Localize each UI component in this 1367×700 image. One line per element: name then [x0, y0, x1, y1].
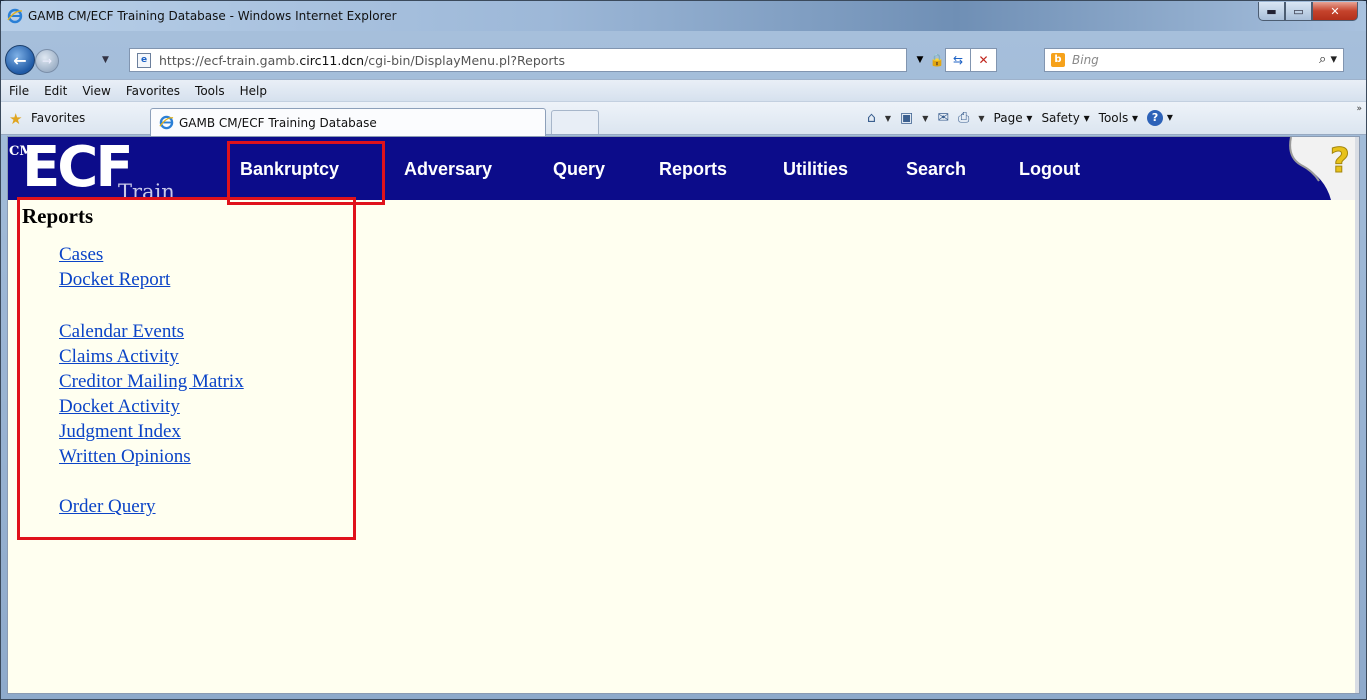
back-arrow-icon[interactable]: ←: [5, 45, 35, 75]
menu-bar: File Edit View Favorites Tools Help: [1, 79, 1366, 101]
nav-query[interactable]: Query: [553, 159, 605, 180]
window-controls: ▬ ▭ ✕: [1258, 2, 1358, 21]
address-row: ← → ▼ e https://ecf-train.gamb.circ11.dc…: [1, 31, 1366, 79]
safety-menu[interactable]: Safety ▾: [1041, 111, 1089, 125]
cmecf-header: CM ECF Train Bankruptcy Adversary Query …: [8, 136, 1359, 203]
home-icon[interactable]: ⌂: [867, 110, 876, 126]
bing-icon: b: [1051, 53, 1065, 67]
nav-reports[interactable]: Reports: [659, 159, 727, 180]
highlight-box-bankruptcy: [227, 141, 385, 205]
favorites-button[interactable]: Favorites: [31, 111, 85, 125]
refresh-icon[interactable]: ⇆: [945, 48, 971, 72]
logo-ecf-text: ECF: [22, 136, 134, 200]
new-tab-button[interactable]: [551, 110, 599, 134]
window-title: GAMB CM/ECF Training Database - Windows …: [28, 9, 397, 23]
recent-pages-dropdown-icon[interactable]: ▼: [102, 55, 109, 65]
minimize-button[interactable]: ▬: [1258, 2, 1285, 21]
search-box[interactable]: b Bing ⌕ ▾: [1044, 48, 1344, 72]
address-bar[interactable]: e https://ecf-train.gamb.circ11.dcn/cgi-…: [129, 48, 907, 72]
read-mail-icon[interactable]: ✉: [937, 110, 949, 126]
search-icon[interactable]: ⌕ ▾: [1319, 52, 1337, 67]
command-bar: ⌂ ▼ ▣ ▼ ✉ ⎙ ▼ Page ▾ Safety ▾ Tools ▾ ? ▾: [867, 110, 1173, 126]
menu-view[interactable]: View: [82, 81, 110, 98]
browser-tab[interactable]: GAMB CM/ECF Training Database: [150, 108, 546, 136]
feeds-dropdown-icon[interactable]: ▼: [922, 114, 928, 123]
favorites-bar: ★ Favorites GAMB CM/ECF Training Databas…: [1, 101, 1366, 136]
search-placeholder: Bing: [1072, 53, 1099, 67]
ie-tab-icon: [159, 115, 174, 130]
print-icon[interactable]: ⎙: [958, 110, 969, 126]
nav-search[interactable]: Search: [906, 159, 966, 180]
highlight-box-reports-menu: [17, 197, 356, 540]
help-icon: ?: [1147, 110, 1164, 126]
tab-title: GAMB CM/ECF Training Database: [179, 116, 377, 130]
home-dropdown-icon[interactable]: ▼: [885, 114, 891, 123]
help-menu[interactable]: ? ▾: [1147, 110, 1173, 126]
address-dropdown-icon[interactable]: ▼: [911, 48, 929, 72]
maximize-button[interactable]: ▭: [1285, 2, 1312, 21]
address-url[interactable]: https://ecf-train.gamb.circ11.dcn/cgi-bi…: [159, 53, 565, 68]
menu-edit[interactable]: Edit: [44, 81, 67, 98]
cmecf-logo[interactable]: CM ECF Train: [8, 136, 218, 203]
menu-file[interactable]: File: [9, 81, 29, 98]
menu-help[interactable]: Help: [240, 81, 267, 98]
help-page-curl-icon[interactable]: ?: [1279, 137, 1359, 200]
toolbar-overflow-icon[interactable]: »: [1356, 104, 1362, 114]
ie-logo-icon: [7, 8, 23, 24]
lock-icon[interactable]: 🔒: [929, 48, 945, 72]
print-dropdown-icon[interactable]: ▼: [978, 114, 984, 123]
feeds-icon[interactable]: ▣: [900, 110, 913, 126]
forward-arrow-icon[interactable]: →: [35, 49, 59, 73]
nav-utilities[interactable]: Utilities: [783, 159, 848, 180]
tools-menu[interactable]: Tools ▾: [1099, 111, 1138, 125]
logo-cm-text: CM: [9, 144, 34, 159]
stop-icon[interactable]: ✕: [971, 48, 997, 72]
nav-logout[interactable]: Logout: [1019, 159, 1080, 180]
menu-tools[interactable]: Tools: [195, 81, 225, 98]
page-menu[interactable]: Page ▾: [994, 111, 1033, 125]
svg-text:?: ?: [1330, 141, 1350, 181]
browser-window: GAMB CM/ECF Training Database - Windows …: [0, 0, 1367, 700]
address-tools: ▼ 🔒 ⇆ ✕: [911, 48, 997, 72]
page-icon: e: [137, 53, 151, 68]
title-bar: GAMB CM/ECF Training Database - Windows …: [1, 1, 1366, 31]
nav-adversary[interactable]: Adversary: [404, 159, 492, 180]
menu-favorites[interactable]: Favorites: [126, 81, 180, 98]
vertical-scrollbar[interactable]: [1355, 137, 1359, 693]
favorites-star-icon[interactable]: ★: [9, 110, 22, 128]
close-button[interactable]: ✕: [1312, 2, 1358, 21]
